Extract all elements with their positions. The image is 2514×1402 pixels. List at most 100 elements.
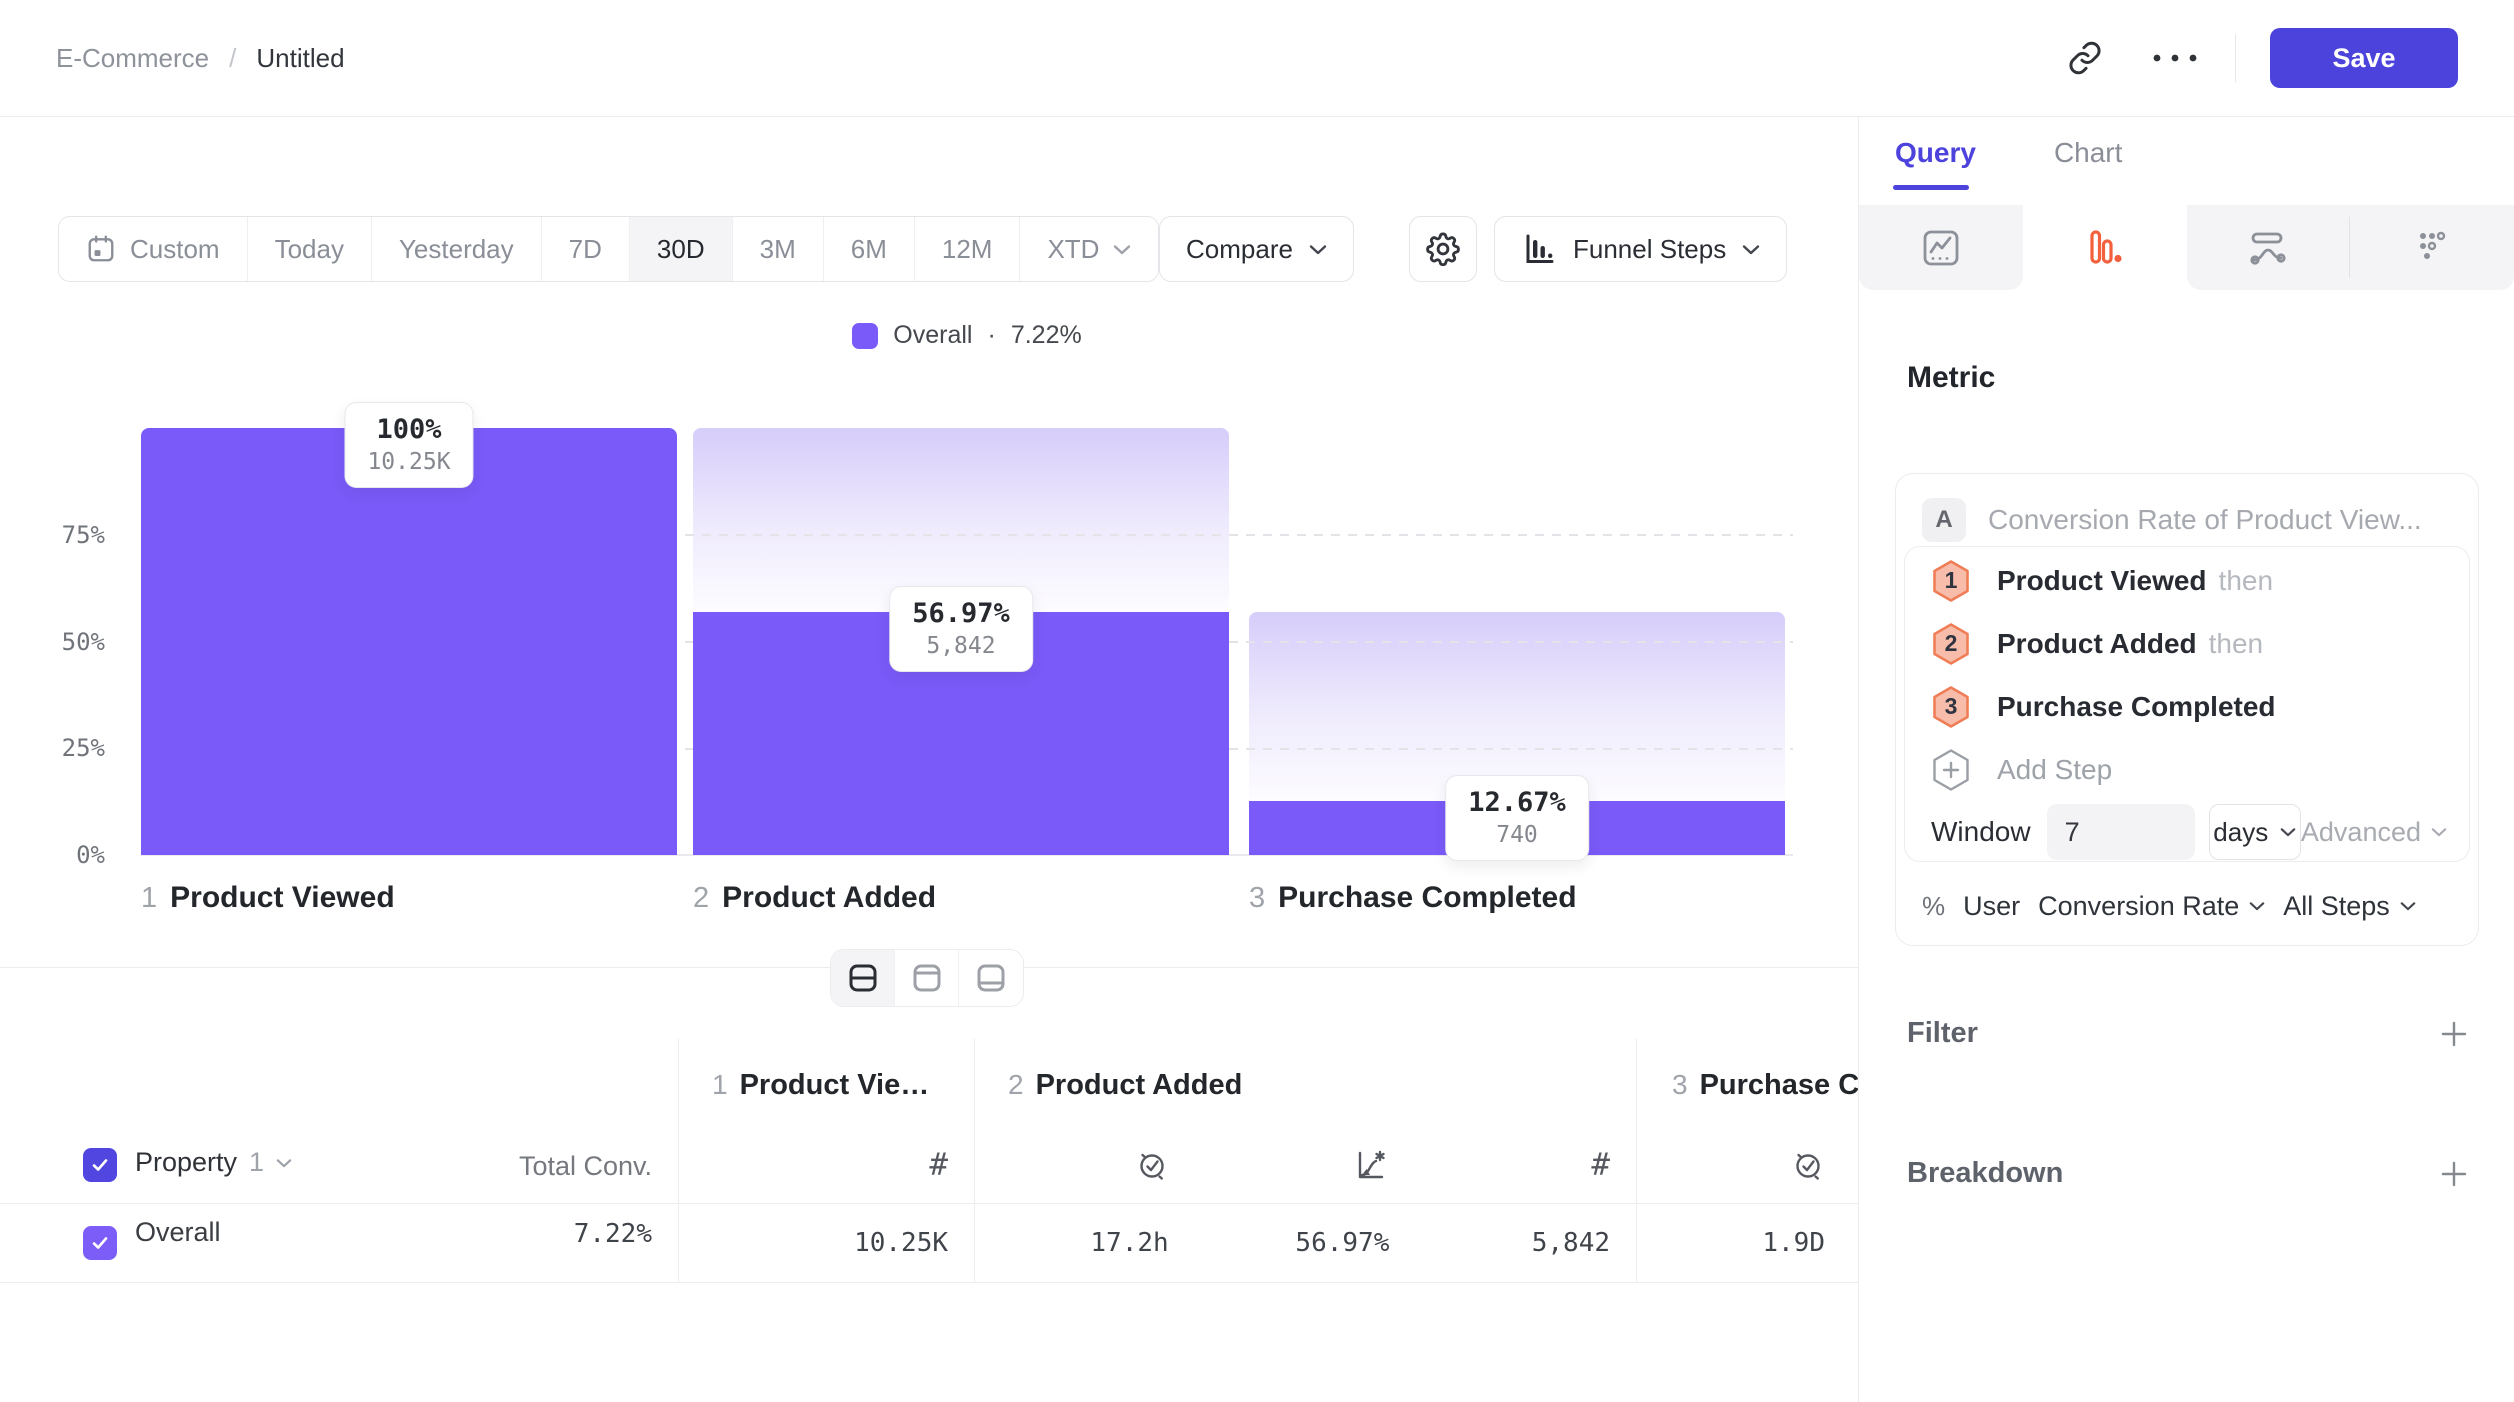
date-range-control: Custom Today Yesterday 7D 30D 3M 6M 12M …: [58, 216, 1159, 282]
y-axis-tick: 0%: [20, 840, 105, 870]
chart-settings-button[interactable]: [1409, 216, 1477, 282]
total-conversion-header[interactable]: Total Conv.: [380, 1151, 652, 1182]
date-range-label: XTD: [1047, 234, 1099, 265]
tab-query[interactable]: Query: [1895, 137, 1976, 169]
chart-legend[interactable]: Overall · 7.22%: [141, 321, 1793, 350]
topbar: E-Commerce / Untitled Save: [0, 0, 2514, 117]
date-range-3m[interactable]: 3M: [733, 217, 824, 281]
legend-swatch: [852, 323, 878, 349]
add-step-hexagon-icon: [1931, 748, 1971, 792]
split-view-icon: [846, 961, 880, 995]
layout-table-only-button[interactable]: [959, 950, 1023, 1006]
measured-entity[interactable]: User: [1963, 891, 2020, 922]
chevron-down-icon: [276, 1158, 292, 1168]
step-row-2[interactable]: 2 Product Added then: [1931, 612, 2447, 675]
y-axis-tick: 25%: [20, 733, 105, 763]
add-step-button[interactable]: Add Step: [1931, 738, 2447, 801]
window-unit-label: days: [2213, 817, 2268, 848]
query-panel: Query Chart Metric A Conversion Rate o: [1858, 117, 2514, 1402]
row-values-group1: 10.25K: [678, 1226, 974, 1260]
date-range-today[interactable]: Today: [248, 217, 372, 281]
view-type-label: Funnel Steps: [1573, 234, 1726, 265]
compare-button[interactable]: Compare: [1159, 216, 1354, 282]
add-filter-button[interactable]: [2438, 1018, 2470, 1050]
window-value-input[interactable]: [2047, 804, 2195, 860]
line-chart-icon: [1918, 225, 1964, 271]
chevron-down-icon: [1113, 244, 1131, 255]
table-group-step-1: 1 Product Viewed: [712, 1069, 936, 1102]
chart-type-flow[interactable]: [2187, 205, 2351, 290]
panel-tabs: Query Chart: [1895, 137, 2122, 169]
group-name: Product Viewed: [740, 1069, 936, 1102]
date-range-30d[interactable]: 30D: [630, 217, 733, 281]
topbar-actions: Save: [2053, 26, 2458, 90]
conversion-window-row: Window days Advanced: [1931, 804, 2447, 860]
advanced-label: Advanced: [2301, 817, 2421, 848]
step-label-3[interactable]: 3 Purchase Completed: [1249, 881, 1577, 915]
window-unit-select[interactable]: days: [2209, 804, 2301, 860]
layout-chart-only-button[interactable]: [895, 950, 959, 1006]
calendar-icon: [86, 234, 116, 264]
select-all-checkbox[interactable]: [83, 1148, 117, 1182]
step-name: Product Viewed: [170, 881, 395, 915]
chart-type-more[interactable]: [2350, 205, 2514, 290]
cell-step3-time: 1.9D: [1636, 1228, 1855, 1258]
save-button[interactable]: Save: [2270, 28, 2458, 88]
tooltip-count: 5,842: [912, 631, 1010, 661]
count-icon[interactable]: #: [929, 1147, 948, 1183]
measured-metric-dropdown[interactable]: Conversion Rate: [2038, 891, 2265, 922]
add-breakdown-button[interactable]: [2438, 1158, 2470, 1190]
tooltip-count: 740: [1468, 820, 1566, 850]
breadcrumb-project[interactable]: E-Commerce: [56, 43, 209, 74]
date-range-12m[interactable]: 12M: [915, 217, 1021, 281]
compare-label: Compare: [1186, 234, 1293, 265]
chart-type-funnel[interactable]: [2023, 205, 2187, 290]
step-name: Purchase Completed: [1278, 881, 1576, 915]
tooltip-percent: 12.67%: [1468, 786, 1566, 820]
funnel-bar-step-1[interactable]: 100% 10.25K: [141, 428, 677, 855]
step-row-3[interactable]: 3 Purchase Completed: [1931, 675, 2447, 738]
date-range-label: Custom: [130, 234, 220, 265]
measured-as-row: % User Conversion Rate All Steps: [1922, 882, 2458, 930]
step-then-label: then: [2219, 565, 2274, 597]
measured-scope-dropdown[interactable]: All Steps: [2283, 891, 2416, 922]
date-range-7d[interactable]: 7D: [542, 217, 630, 281]
view-type-button[interactable]: Funnel Steps: [1494, 216, 1787, 282]
step-label-1[interactable]: 1 Product Viewed: [141, 881, 395, 915]
tab-chart[interactable]: Chart: [2054, 137, 2122, 169]
advanced-toggle[interactable]: Advanced: [2301, 817, 2447, 848]
date-range-yesterday[interactable]: Yesterday: [372, 217, 542, 281]
step-index: 3: [1249, 882, 1265, 915]
share-link-button[interactable]: [2053, 26, 2117, 90]
bar-converted-segment: [141, 428, 677, 855]
plus-icon: [2439, 1019, 2469, 1049]
conversion-rate-icon[interactable]: [1353, 1147, 1389, 1183]
layout-split-button[interactable]: [831, 950, 895, 1006]
date-range-6m[interactable]: 6M: [824, 217, 915, 281]
chevron-down-icon: [2249, 901, 2265, 911]
row-checkbox[interactable]: [83, 1226, 117, 1260]
step-number-badge: 2: [1931, 622, 1971, 666]
active-tab-underline: [1893, 185, 1969, 190]
date-range-xtd[interactable]: XTD: [1020, 217, 1158, 281]
property-dropdown[interactable]: Property 1: [135, 1147, 292, 1178]
time-to-convert-icon[interactable]: [1791, 1148, 1825, 1182]
count-icon[interactable]: #: [1591, 1147, 1610, 1183]
more-options-button[interactable]: [2143, 26, 2207, 90]
date-range-custom[interactable]: Custom: [59, 217, 248, 281]
step-row-1[interactable]: 1 Product Viewed then: [1931, 549, 2447, 612]
row-total-conversion: 7.22%: [380, 1219, 652, 1249]
metric-section-title: Metric: [1907, 361, 1995, 395]
metric-header[interactable]: A Conversion Rate of Product View...: [1896, 474, 2478, 542]
time-to-convert-icon[interactable]: [1135, 1148, 1169, 1182]
bar-tooltip: 12.67% 740: [1445, 775, 1589, 861]
date-range-label: Yesterday: [399, 234, 514, 265]
step-label-2[interactable]: 2 Product Added: [693, 881, 936, 915]
date-range-label: 6M: [851, 234, 887, 265]
page-title[interactable]: Untitled: [256, 43, 344, 74]
funnel-bar-step-2[interactable]: 56.97% 5,842: [693, 428, 1229, 855]
bottom-panel-icon: [974, 961, 1008, 995]
chart-type-line[interactable]: [1859, 205, 2023, 290]
row-values-group2: 17.2h 56.97% 5,842: [974, 1226, 1636, 1260]
cell-step2-count: 5,842: [1415, 1228, 1636, 1258]
